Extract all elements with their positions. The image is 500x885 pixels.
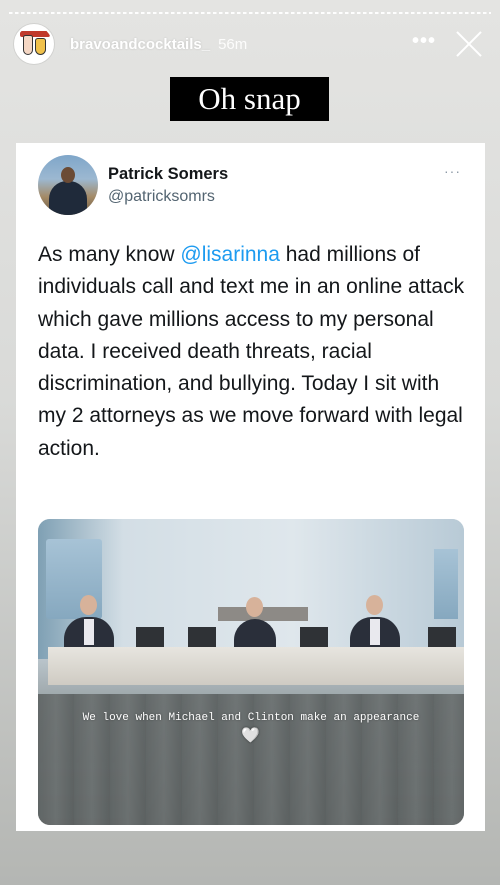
avatar-body <box>49 181 87 215</box>
tweet-text-part: As many know <box>38 243 181 266</box>
tweet-screenshot: Patrick Somers @patricksomrs ··· As many… <box>16 143 485 831</box>
video-shelf <box>218 607 308 621</box>
tweet-avatar <box>38 155 98 215</box>
username[interactable]: bravoandcocktails_ <box>70 36 210 53</box>
video-window <box>434 549 458 619</box>
video-chair <box>428 627 456 647</box>
cocktail-glass-icon <box>35 38 46 55</box>
video-chair <box>136 627 164 647</box>
tweet-author-name: Patrick Somers <box>108 165 229 183</box>
tweet-text: As many know @lisarinna had millions of … <box>38 239 468 465</box>
avatar-head <box>61 167 75 183</box>
person-head <box>246 597 263 617</box>
video-chair <box>188 627 216 647</box>
video-caption: We love when Michael and Clinton make an… <box>82 712 420 724</box>
person-shirt <box>370 619 380 645</box>
story-header: bravoandcocktails_ 56m ••• <box>14 22 486 66</box>
tweet-video: We love when Michael and Clinton make an… <box>38 519 464 825</box>
heart-icon: 🤍 <box>241 727 260 744</box>
cocktail-glass-icon <box>23 35 33 55</box>
timestamp: 56m <box>218 35 248 53</box>
person-head <box>366 595 383 615</box>
tweet-mention: @lisarinna <box>180 243 280 266</box>
ellipsis-icon[interactable]: ••• <box>412 30 436 53</box>
story-progress-bar <box>9 12 491 14</box>
tweet-text-part: had millions of individuals call and tex… <box>38 243 465 460</box>
avatar[interactable] <box>14 24 54 64</box>
tweet-author-handle: @patricksomrs <box>108 188 215 205</box>
person-shirt <box>84 619 94 645</box>
close-icon[interactable] <box>454 29 484 59</box>
person-head <box>80 595 97 615</box>
tweet-more-icon: ··· <box>444 163 461 179</box>
video-chair <box>300 627 328 647</box>
text-sticker: Oh snap <box>170 77 329 121</box>
video-table <box>48 647 464 685</box>
